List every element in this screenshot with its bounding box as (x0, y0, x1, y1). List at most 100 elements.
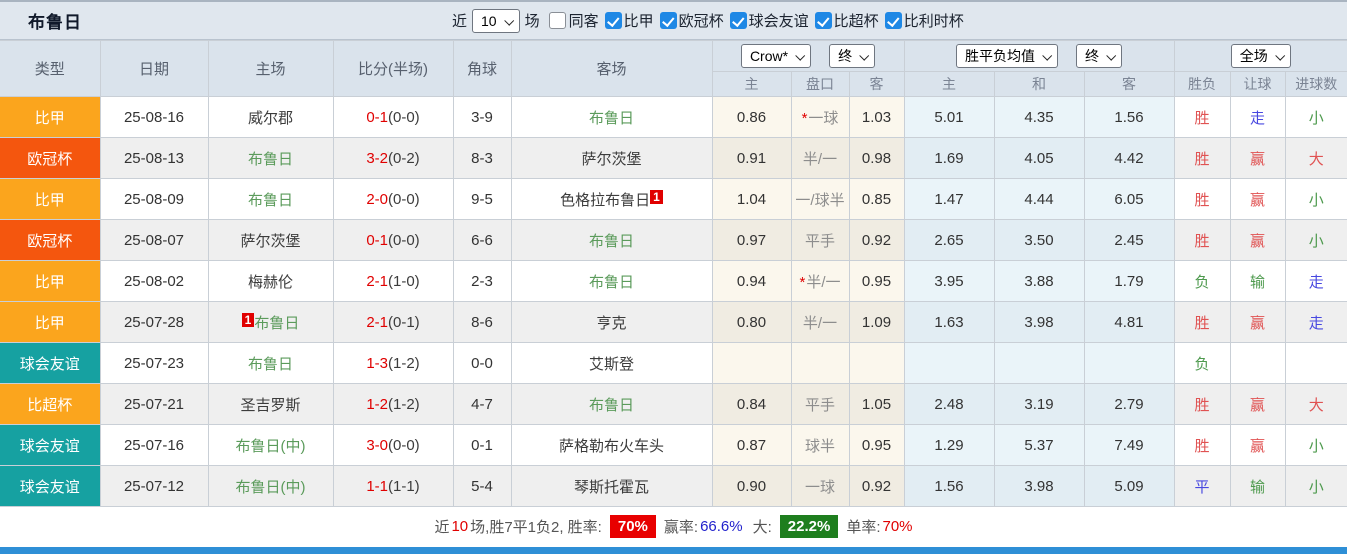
result-text: 走 (1308, 314, 1324, 332)
avg-odds-away: 4.42 (1083, 137, 1175, 179)
avg-odds-away: 2.79 (1083, 383, 1175, 425)
away-team-cell: 艾斯登 (510, 342, 713, 384)
big-label: 大: (752, 519, 772, 536)
odds-source-select[interactable]: Crow* (740, 44, 812, 68)
result-goals: 小 (1284, 178, 1347, 220)
big-badge: 22.2% (779, 515, 839, 538)
avg-odds-home: 2.48 (903, 383, 995, 425)
table-row: 比超杯 25-07-21 圣吉罗斯 1-2(1-2) 4-7 布鲁日 0.84 平手 1.05 2… (0, 383, 1347, 425)
team-name: 布鲁日 (254, 314, 300, 332)
filter-checkbox[interactable] (884, 12, 902, 29)
avg-source-select[interactable]: 胜平负均值 (956, 44, 1058, 68)
subcol-header: 客 (1083, 71, 1175, 97)
team-name: 琴斯托霍瓦 (573, 478, 649, 496)
table-row: 比甲 25-08-09 布鲁日 2-0(0-0) 9-5 色格拉布鲁日 1 1.04 一/球半 0… (0, 178, 1347, 220)
subcol-header: 盘口 (790, 71, 850, 97)
result-goals: 大 (1284, 383, 1347, 425)
summary-count: 10 (451, 518, 469, 535)
avg-odds-draw: 4.44 (993, 178, 1085, 220)
home-team-cell: 布鲁日(中) (207, 424, 334, 466)
halftime-score: (0-0) (388, 231, 420, 249)
chevron-down-icon (1275, 50, 1285, 61)
chevron-down-icon (1042, 50, 1053, 61)
match-type-badge: 球会友谊 (0, 424, 101, 466)
team-name: 萨尔茨堡 (240, 232, 301, 250)
result-text: 负 (1194, 355, 1210, 373)
odds-away (848, 342, 905, 384)
score-cell: 0-1(0-0) (332, 96, 454, 138)
odds-away: 0.85 (848, 178, 905, 220)
odds-home: 0.90 (711, 465, 792, 507)
result-text: 走 (1308, 273, 1324, 291)
avg-odds-draw: 4.35 (993, 96, 1085, 138)
table-row: 欧冠杯 25-08-13 布鲁日 3-2(0-2) 8-3 萨尔茨堡 0.91 半/一 0.98… (0, 137, 1347, 179)
result-outcome: 平 (1173, 465, 1231, 507)
filter-checkbox[interactable] (814, 12, 832, 29)
subcol-header: 主 (903, 71, 995, 97)
odds-time-select[interactable]: 终 (829, 44, 876, 68)
match-type-badge: 比甲 (0, 178, 101, 220)
result-goals: 走 (1284, 301, 1347, 343)
away-team-cell: 布鲁日 (510, 260, 713, 302)
result-text: 赢 (1249, 314, 1265, 332)
result-text: 大 (1308, 150, 1324, 168)
subcol-header: 和 (993, 71, 1085, 97)
score-cell: 3-2(0-2) (332, 137, 454, 179)
filter-checkbox[interactable] (604, 12, 622, 29)
team-name: 梅赫伦 (247, 273, 293, 291)
score-cell: 3-0(0-0) (332, 424, 454, 466)
table-row: 比甲 25-08-02 梅赫伦 2-1(1-0) 2-3 布鲁日 0.94 *半/一 0.95 3… (0, 260, 1347, 302)
result-handicap: 赢 (1229, 219, 1286, 261)
result-handicap: 走 (1229, 96, 1286, 138)
table-row: 比甲 25-08-16 威尔郡 0-1(0-0) 3-9 布鲁日 0.86 *一球 1.03 5.… (0, 96, 1347, 138)
avg-odds-away (1083, 342, 1175, 384)
odds-time-value: 终 (838, 48, 853, 64)
fulltime-score: 1-1 (366, 477, 388, 495)
handicap-label: 半/一 (806, 273, 841, 291)
avg-odds-home: 1.69 (903, 137, 995, 179)
result-handicap: 输 (1229, 260, 1286, 302)
home-team-cell: 布鲁日 (207, 137, 334, 179)
filter-checkbox[interactable] (729, 12, 747, 29)
same-venue-checkbox[interactable] (548, 12, 566, 29)
result-text: 走 (1249, 109, 1265, 127)
filter-checkbox[interactable] (659, 12, 677, 29)
avg-odds-away: 1.79 (1083, 260, 1175, 302)
avg-odds-away: 4.81 (1083, 301, 1175, 343)
col-header-corner: 角球 (452, 40, 512, 97)
score-cell: 1-1(1-1) (332, 465, 454, 507)
odds-home: 0.86 (711, 96, 792, 138)
scope-select[interactable]: 全场 (1230, 44, 1291, 68)
avg-odds-away: 5.09 (1083, 465, 1175, 507)
match-type-badge: 球会友谊 (0, 342, 101, 384)
team-name: 亨克 (596, 314, 627, 332)
result-text: 胜 (1194, 150, 1210, 168)
odds-source-value: Crow* (749, 48, 789, 64)
handicap-label: 半/一 (802, 314, 838, 332)
avg-odds-draw: 4.05 (993, 137, 1085, 179)
result-outcome: 胜 (1173, 383, 1231, 425)
avg-odds-home: 1.56 (903, 465, 995, 507)
odds-header-group: Crow* 终 (711, 40, 905, 72)
match-table: 类型 日期 主场 比分(半场) 角球 客场 Crow* 终 胜平负均值 终 全场… (0, 40, 1347, 507)
home-team-cell: 萨尔茨堡 (207, 219, 334, 261)
handicap-cell: *半/一 (790, 260, 850, 302)
subcol-header: 让球 (1229, 71, 1286, 97)
score-cell: 1-3(1-2) (332, 342, 454, 384)
match-date: 25-08-07 (99, 219, 209, 261)
odds-home: 0.84 (711, 383, 792, 425)
match-date: 25-08-16 (99, 96, 209, 138)
team-name: 布鲁日 (588, 273, 634, 291)
result-outcome: 胜 (1173, 96, 1231, 138)
match-date: 25-07-23 (99, 342, 209, 384)
avg-odds-draw: 3.98 (993, 465, 1085, 507)
avg-odds-away: 2.45 (1083, 219, 1175, 261)
avg-time-select[interactable]: 终 (1076, 44, 1122, 68)
avg-odds-home: 1.63 (903, 301, 995, 343)
match-date: 25-08-09 (99, 178, 209, 220)
result-text: 胜 (1194, 232, 1210, 250)
filter-label: 球会友谊 (748, 13, 809, 30)
match-count-select[interactable]: 10 (472, 8, 520, 33)
result-outcome: 胜 (1173, 178, 1231, 220)
match-type-badge: 比超杯 (0, 383, 101, 425)
